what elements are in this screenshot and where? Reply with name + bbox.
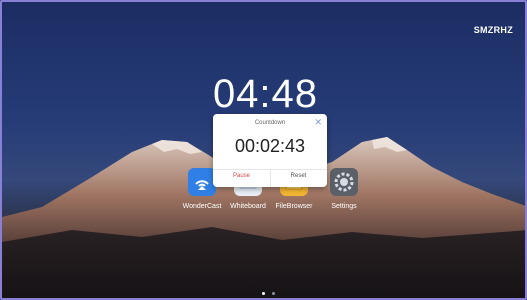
clock-display: 04:48 — [212, 72, 319, 116]
app-label: Settings — [331, 203, 357, 210]
desktop-screen: SMZRHZ 04:48 WonderCast Whiteboard FileB… — [0, 0, 527, 300]
pause-button[interactable]: Pause — [213, 173, 270, 179]
reset-button[interactable]: Reset — [270, 173, 327, 179]
brand-label: SMZRHZ — [473, 25, 513, 35]
wondercast-icon — [188, 168, 216, 196]
countdown-dialog: Countdown ✕ 00:02:43 Pause Reset — [213, 114, 327, 187]
app-label: FileBrowser — [275, 203, 313, 210]
close-icon[interactable]: ✕ — [314, 117, 322, 128]
app-label: WonderCast — [182, 203, 222, 210]
dialog-title: Countdown — [254, 120, 286, 126]
page-indicator — [260, 282, 276, 298]
countdown-time: 00:02:43 — [234, 136, 306, 156]
page-dot-active[interactable] — [261, 292, 265, 295]
page-dot[interactable] — [271, 292, 275, 295]
settings-icon — [330, 168, 358, 196]
app-label: Whiteboard — [230, 203, 266, 210]
